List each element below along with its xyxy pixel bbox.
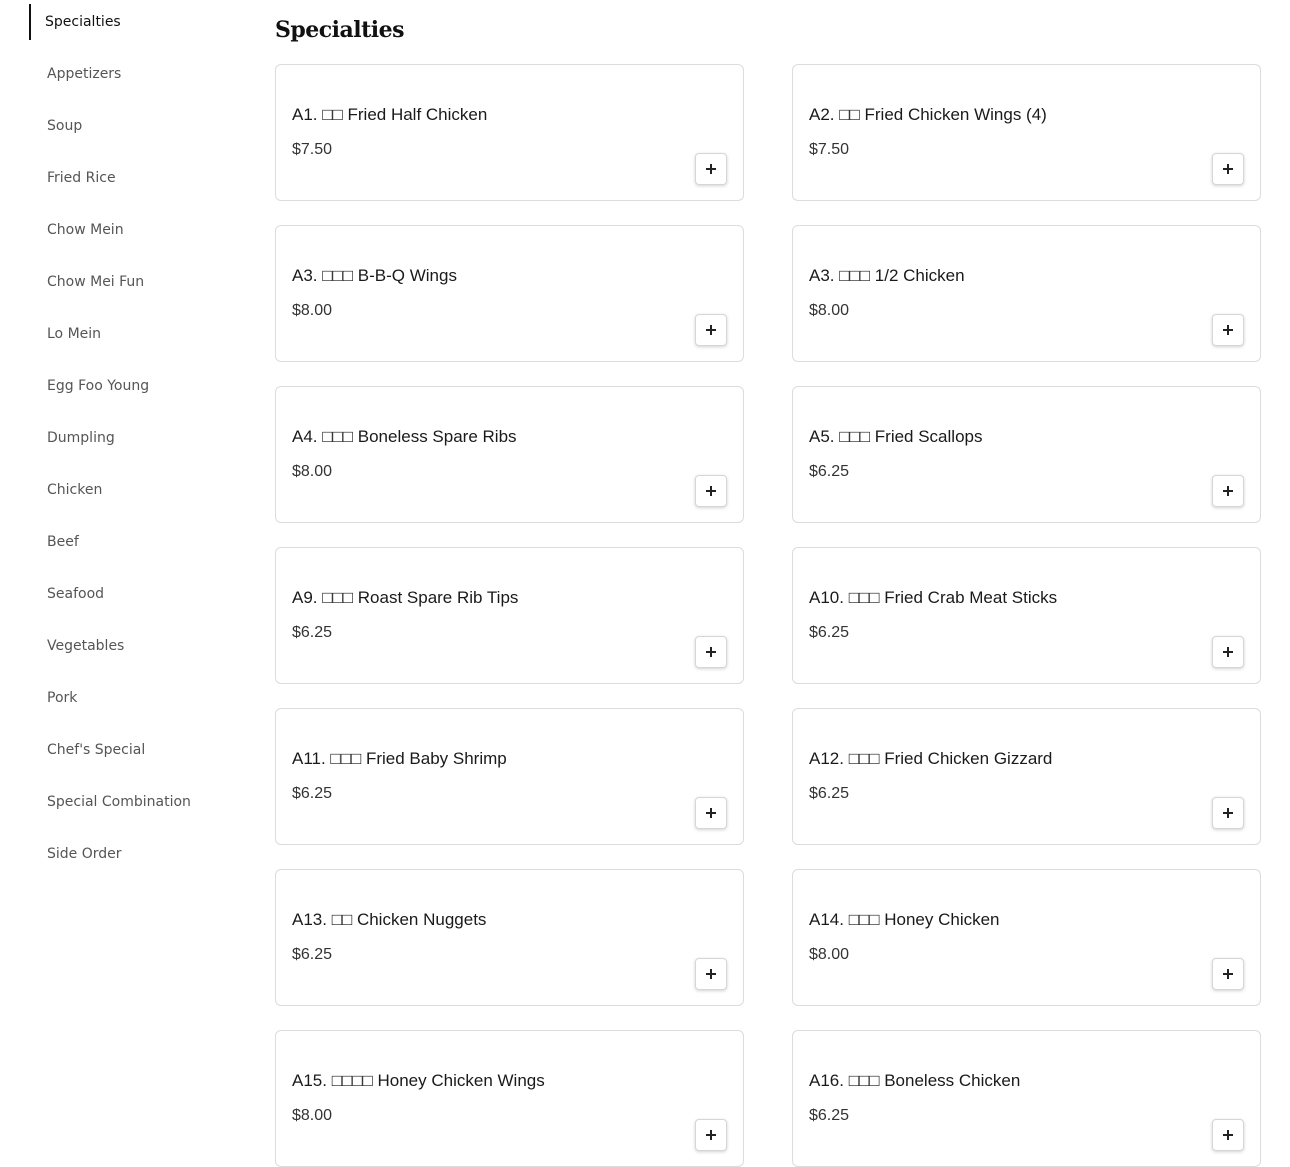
sidebar-item-chow-mein[interactable]: Chow Mein xyxy=(29,212,249,248)
menu-item-card[interactable]: A10. □□□ Fried Crab Meat Sticks $6.25 xyxy=(792,547,1261,684)
menu-item-name: A14. □□□ Honey Chicken xyxy=(809,910,1000,929)
sidebar-item-seafood[interactable]: Seafood xyxy=(29,576,249,612)
sidebar-item-dumpling[interactable]: Dumpling xyxy=(29,420,249,456)
add-to-cart-button[interactable] xyxy=(695,475,727,507)
menu-item-name: A11. □□□ Fried Baby Shrimp xyxy=(292,749,507,768)
add-to-cart-button[interactable] xyxy=(695,958,727,990)
plus-icon xyxy=(706,486,716,496)
menu-item-card[interactable]: A14. □□□ Honey Chicken $8.00 xyxy=(792,869,1261,1006)
menu-item-card[interactable]: A3. □□□ 1/2 Chicken $8.00 xyxy=(792,225,1261,362)
menu-item-price: $8.00 xyxy=(809,302,850,319)
menu-item-price: $6.25 xyxy=(809,1107,850,1124)
add-to-cart-button[interactable] xyxy=(695,1119,727,1151)
add-to-cart-button[interactable] xyxy=(1212,958,1244,990)
menu-item-name: A3. □□□ B-B-Q Wings xyxy=(292,266,457,285)
add-to-cart-button[interactable] xyxy=(1212,1119,1244,1151)
sidebar-item-specialties[interactable]: Specialties xyxy=(29,4,249,40)
menu-item-card[interactable]: A11. □□□ Fried Baby Shrimp $6.25 xyxy=(275,708,744,845)
menu-item-price: $7.50 xyxy=(292,141,333,158)
menu-item-price: $6.25 xyxy=(809,463,850,480)
menu-item-card[interactable]: A5. □□□ Fried Scallops $6.25 xyxy=(792,386,1261,523)
plus-icon xyxy=(1223,486,1233,496)
menu-item-name: A12. □□□ Fried Chicken Gizzard xyxy=(809,749,1053,768)
add-to-cart-button[interactable] xyxy=(1212,636,1244,668)
sidebar-item-fried-rice[interactable]: Fried Rice xyxy=(29,160,249,196)
menu-item-price: $8.00 xyxy=(292,463,333,480)
plus-icon xyxy=(1223,325,1233,335)
plus-icon xyxy=(706,647,716,657)
menu-item-card[interactable]: A13. □□ Chicken Nuggets $6.25 xyxy=(275,869,744,1006)
menu-item-name: A9. □□□ Roast Spare Rib Tips xyxy=(292,588,519,607)
menu-item-name: A13. □□ Chicken Nuggets xyxy=(292,910,487,929)
menu-item-grid: A1. □□ Fried Half Chicken $7.50 A2. □□ F… xyxy=(275,64,1261,1167)
plus-icon xyxy=(706,1130,716,1140)
menu-item-card[interactable]: A1. □□ Fried Half Chicken $7.50 xyxy=(275,64,744,201)
plus-icon xyxy=(706,969,716,979)
sidebar-item-egg-foo-young[interactable]: Egg Foo Young xyxy=(29,368,249,404)
menu-section: Specialties A1. □□ Fried Half Chicken $7… xyxy=(275,12,1261,1167)
sidebar-item-appetizers[interactable]: Appetizers xyxy=(29,56,249,92)
plus-icon xyxy=(1223,1130,1233,1140)
menu-item-card[interactable]: A16. □□□ Boneless Chicken $6.25 xyxy=(792,1030,1261,1167)
menu-item-price: $6.25 xyxy=(292,624,333,641)
sidebar-item-soup[interactable]: Soup xyxy=(29,108,249,144)
menu-item-price: $6.25 xyxy=(809,785,850,802)
sidebar-item-chefs-special[interactable]: Chef's Special xyxy=(29,732,249,768)
plus-icon xyxy=(1223,164,1233,174)
menu-item-price: $6.25 xyxy=(292,946,333,963)
menu-item-card[interactable]: A12. □□□ Fried Chicken Gizzard $6.25 xyxy=(792,708,1261,845)
plus-icon xyxy=(1223,647,1233,657)
menu-item-name: A4. □□□ Boneless Spare Ribs xyxy=(292,427,517,446)
plus-icon xyxy=(1223,808,1233,818)
menu-item-name: A16. □□□ Boneless Chicken xyxy=(809,1071,1021,1090)
menu-item-price: $8.00 xyxy=(292,302,333,319)
add-to-cart-button[interactable] xyxy=(695,797,727,829)
menu-item-name: A3. □□□ 1/2 Chicken xyxy=(809,266,965,285)
sidebar-item-side-order[interactable]: Side Order xyxy=(29,836,249,872)
add-to-cart-button[interactable] xyxy=(695,314,727,346)
category-sidebar: Specialties Appetizers Soup Fried Rice C… xyxy=(29,4,249,888)
sidebar-item-pork[interactable]: Pork xyxy=(29,680,249,716)
sidebar-item-vegetables[interactable]: Vegetables xyxy=(29,628,249,664)
menu-item-card[interactable]: A15. □□□□ Honey Chicken Wings $8.00 xyxy=(275,1030,744,1167)
menu-item-price: $6.25 xyxy=(292,785,333,802)
sidebar-item-lo-mein[interactable]: Lo Mein xyxy=(29,316,249,352)
sidebar-item-special-combination[interactable]: Special Combination xyxy=(29,784,249,820)
menu-item-price: $8.00 xyxy=(292,1107,333,1124)
add-to-cart-button[interactable] xyxy=(1212,797,1244,829)
section-title: Specialties xyxy=(275,17,405,43)
menu-item-price: $6.25 xyxy=(809,624,850,641)
sidebar-item-chicken[interactable]: Chicken xyxy=(29,472,249,508)
menu-item-card[interactable]: A4. □□□ Boneless Spare Ribs $8.00 xyxy=(275,386,744,523)
add-to-cart-button[interactable] xyxy=(695,153,727,185)
add-to-cart-button[interactable] xyxy=(1212,475,1244,507)
menu-item-card[interactable]: A2. □□ Fried Chicken Wings (4) $7.50 xyxy=(792,64,1261,201)
menu-item-name: A2. □□ Fried Chicken Wings (4) xyxy=(809,105,1047,124)
plus-icon xyxy=(706,164,716,174)
add-to-cart-button[interactable] xyxy=(1212,314,1244,346)
sidebar-item-beef[interactable]: Beef xyxy=(29,524,249,560)
menu-item-card[interactable]: A3. □□□ B-B-Q Wings $8.00 xyxy=(275,225,744,362)
menu-item-name: A10. □□□ Fried Crab Meat Sticks xyxy=(809,588,1058,607)
plus-icon xyxy=(706,325,716,335)
menu-item-name: A15. □□□□ Honey Chicken Wings xyxy=(292,1071,545,1090)
menu-item-price: $7.50 xyxy=(809,141,850,158)
plus-icon xyxy=(1223,969,1233,979)
sidebar-item-chow-mei-fun[interactable]: Chow Mei Fun xyxy=(29,264,249,300)
add-to-cart-button[interactable] xyxy=(1212,153,1244,185)
menu-item-price: $8.00 xyxy=(809,946,850,963)
menu-item-card[interactable]: A9. □□□ Roast Spare Rib Tips $6.25 xyxy=(275,547,744,684)
menu-item-name: A1. □□ Fried Half Chicken xyxy=(292,105,488,124)
menu-item-name: A5. □□□ Fried Scallops xyxy=(809,427,983,446)
plus-icon xyxy=(706,808,716,818)
add-to-cart-button[interactable] xyxy=(695,636,727,668)
